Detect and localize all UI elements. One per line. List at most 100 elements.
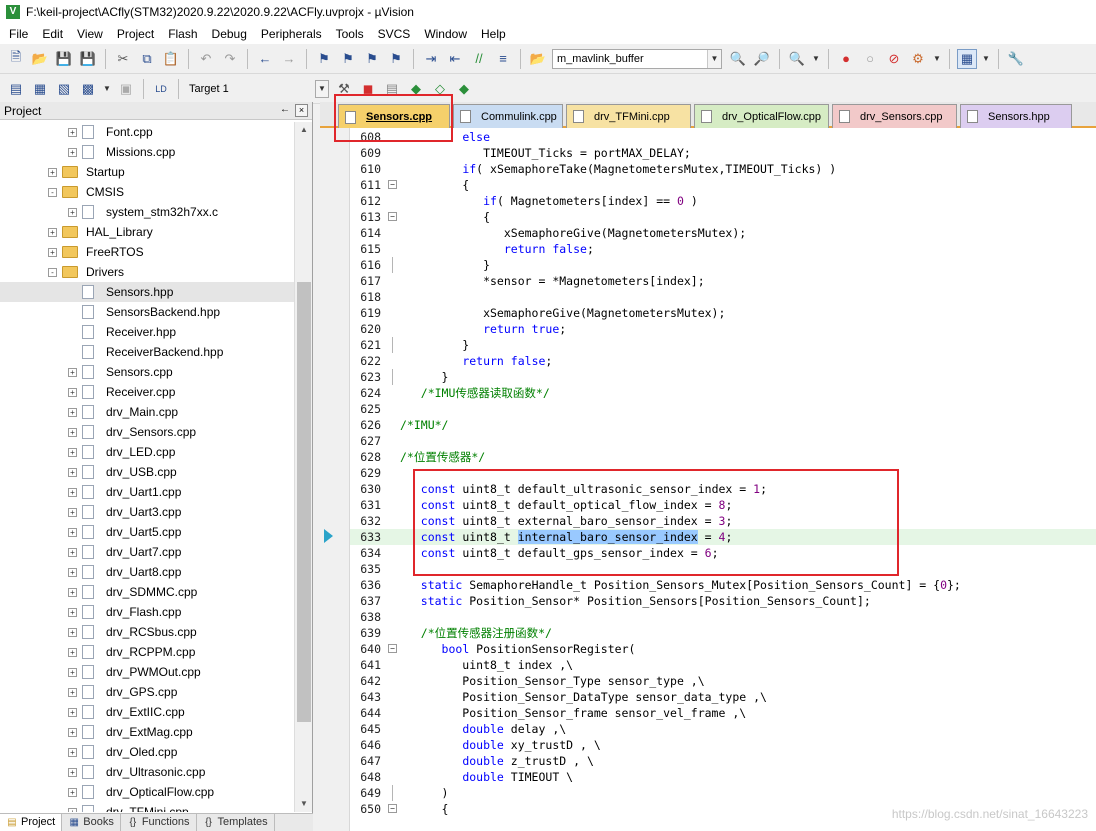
pack-installer-icon[interactable]: ◆ [406,79,426,99]
tree-item[interactable]: + drv_USB.cpp [0,462,294,482]
tree-item[interactable]: + drv_Uart3.cpp [0,502,294,522]
tab-project[interactable]: ▤ Project [0,814,63,831]
fold-toggle-icon[interactable]: − [388,180,397,189]
tree-item[interactable]: - Drivers [0,262,294,282]
fold-toggle-icon[interactable]: − [388,644,397,653]
tree-item[interactable]: + drv_Ultrasonic.cpp [0,762,294,782]
code-line[interactable]: 643 Position_Sensor_DataType sensor_data… [350,689,1096,705]
code-line[interactable]: 616 } [350,257,1096,273]
expand-icon[interactable]: + [68,728,77,737]
menu-project[interactable]: Project [110,24,161,44]
tree-item[interactable]: + FreeRTOS [0,242,294,262]
code-line[interactable]: 626 /*IMU*/ [350,417,1096,433]
tree-item[interactable]: + drv_Flash.cpp [0,602,294,622]
code-editor[interactable]: 608 else 609 TIMEOUT_Ticks = portMAX_DELA… [320,128,1096,831]
code-line[interactable]: 612 if( Magnetometers[index] == 0 ) [350,193,1096,209]
nav-forward-icon[interactable]: → [279,49,299,69]
expand-icon[interactable]: + [68,548,77,557]
new-file-icon[interactable]: 🗎 [6,49,26,69]
expand-icon[interactable]: + [68,448,77,457]
editor-tab[interactable]: drv_OpticalFlow.cpp [694,104,829,128]
expand-icon[interactable]: + [68,148,77,157]
code-line[interactable]: 629 [350,465,1096,481]
find-icon[interactable]: 🔍 [728,49,748,69]
code-line[interactable]: 610 if( xSemaphoreTake(MagnetometersMute… [350,161,1096,177]
tab-functions[interactable]: {} Functions [121,814,197,831]
expand-icon[interactable]: + [68,368,77,377]
tree-item[interactable]: + drv_Uart1.cpp [0,482,294,502]
code-line[interactable]: 649 ) [350,785,1096,801]
chevron-down-icon[interactable]: ▼ [811,49,821,69]
scroll-up-icon[interactable]: ▲ [295,122,313,138]
code-line[interactable]: 613− { [350,209,1096,225]
code-line[interactable]: 647 double z_trustD , \ [350,753,1096,769]
expand-icon[interactable]: + [68,648,77,657]
expand-icon[interactable]: + [48,248,57,257]
expand-icon[interactable]: + [68,808,77,812]
tree-item[interactable]: + system_stm32h7xx.c [0,202,294,222]
tree-item[interactable]: + drv_Uart5.cpp [0,522,294,542]
tree-item[interactable]: Sensors.hpp [0,282,294,302]
code-line[interactable]: 620 return true; [350,321,1096,337]
expand-icon[interactable]: + [68,628,77,637]
open-folder-icon[interactable]: 📂 [30,49,50,69]
code-line[interactable]: 641 uint8_t index ,\ [350,657,1096,673]
expand-icon[interactable]: + [48,228,57,237]
tree-item[interactable]: + Sensors.cpp [0,362,294,382]
expand-icon[interactable]: + [68,208,77,217]
download-icon[interactable]: LD [151,79,171,99]
editor-tab[interactable]: Commulink.cpp [453,104,563,128]
code-line[interactable]: 642 Position_Sensor_Type sensor_type ,\ [350,673,1096,689]
expand-icon[interactable]: + [68,488,77,497]
tree-item[interactable]: + drv_OpticalFlow.cpp [0,782,294,802]
code-line[interactable]: 639 /*位置传感器注册函数*/ [350,625,1096,641]
tab-books[interactable]: ▦ Books [62,814,121,831]
select-packs-icon[interactable]: ◇ [430,79,450,99]
rebuild-icon[interactable]: ▧ [54,79,74,99]
tree-item[interactable]: + Font.cpp [0,122,294,142]
collapse-icon[interactable]: - [48,268,57,277]
code-line[interactable]: 615 return false; [350,241,1096,257]
menu-svcs[interactable]: SVCS [371,24,418,44]
menu-view[interactable]: View [70,24,110,44]
tree-item[interactable]: + Receiver.cpp [0,382,294,402]
target-combo[interactable]: Target 1 ▼ [184,79,330,99]
editor-tab[interactable]: drv_TFMini.cpp [566,104,691,128]
expand-icon[interactable]: + [68,508,77,517]
bookmark-icon[interactable]: ⚑ [314,49,334,69]
code-line[interactable]: 608 else [350,129,1096,145]
tree-item[interactable]: ReceiverBackend.hpp [0,342,294,362]
code-line[interactable]: 624 /*IMU传感器读取函数*/ [350,385,1096,401]
code-line[interactable]: 632 const uint8_t external_baro_sensor_i… [350,513,1096,529]
cut-icon[interactable]: ✂ [113,49,133,69]
rte-icon[interactable]: ◆ [454,79,474,99]
code-line[interactable]: 621 } [350,337,1096,353]
unindent-icon[interactable]: ⇤ [445,49,465,69]
breakpoint-icon[interactable]: ● [836,49,856,69]
expand-icon[interactable]: + [68,528,77,537]
editor-gutter[interactable] [320,128,350,831]
expand-icon[interactable]: + [68,748,77,757]
code-line[interactable]: 625 [350,401,1096,417]
code-line[interactable]: 645 double delay ,\ [350,721,1096,737]
code-line[interactable]: 648 double TIMEOUT \ [350,769,1096,785]
code-line[interactable]: 638 [350,609,1096,625]
code-line[interactable]: 634 const uint8_t default_gps_sensor_ind… [350,545,1096,561]
redo-icon[interactable]: ↷ [220,49,240,69]
chevron-down-icon[interactable]: ▼ [981,49,991,69]
disable-breakpoint-icon[interactable]: ○ [860,49,880,69]
editor-tab[interactable]: Sensors.cpp [338,104,450,129]
tree-item[interactable]: + drv_RCPPM.cpp [0,642,294,662]
code-line[interactable]: 627 [350,433,1096,449]
tree-item[interactable]: SensorsBackend.hpp [0,302,294,322]
tree-item[interactable]: + drv_Uart7.cpp [0,542,294,562]
save-icon[interactable]: 💾 [54,49,74,69]
translate-icon[interactable]: ▤ [6,79,26,99]
find-combo[interactable]: m_mavlink_buffer ▼ [552,48,722,69]
menu-tools[interactable]: Tools [329,24,371,44]
batch-build-icon[interactable]: ▩ [78,79,98,99]
menu-help[interactable]: Help [474,24,513,44]
comment-icon[interactable]: // [469,49,489,69]
tree-item[interactable]: + HAL_Library [0,222,294,242]
expand-icon[interactable]: + [68,468,77,477]
